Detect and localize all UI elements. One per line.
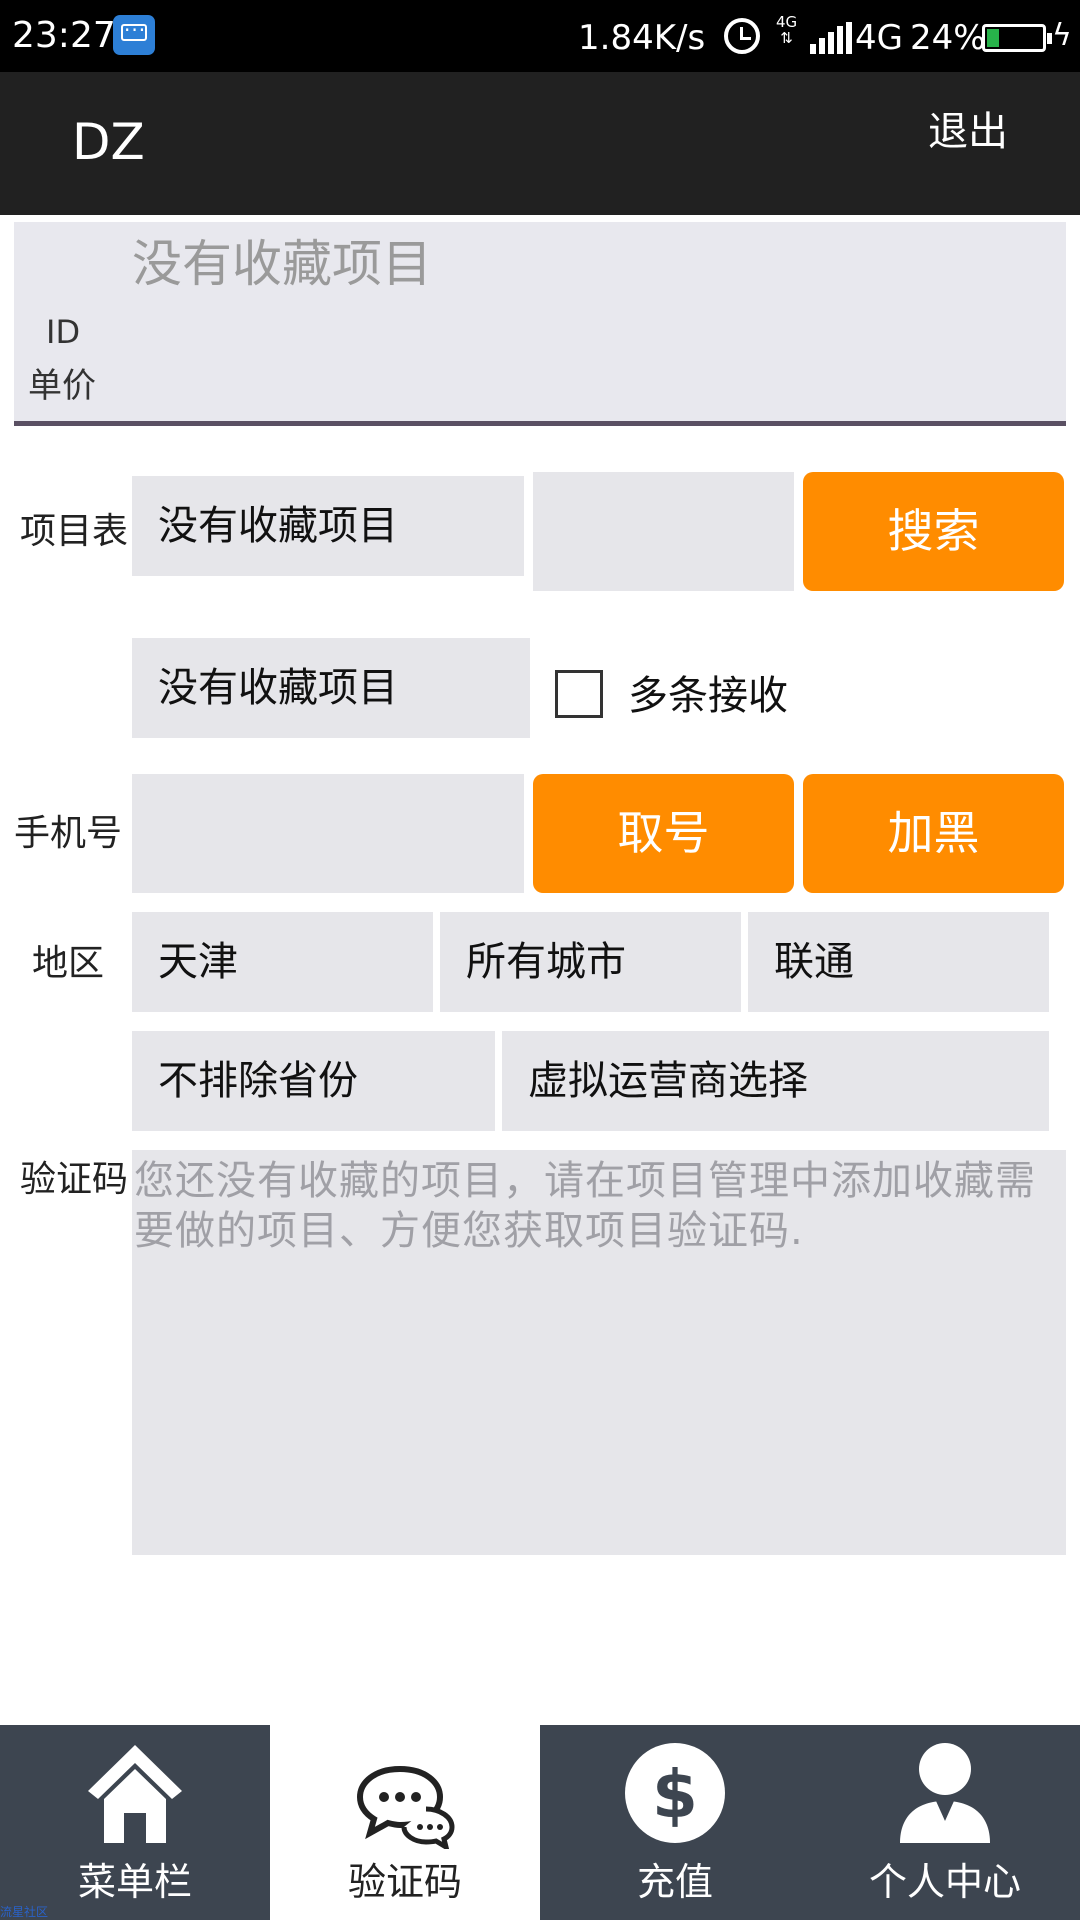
verification-code-textarea[interactable]: 您还没有收藏的项目，请在项目管理中添加收藏需要做的项目、方便您获取项目验证码. (132, 1150, 1066, 1555)
status-time: 23:27 (12, 15, 116, 56)
nav-item-recharge[interactable]: $ 充值 (540, 1725, 810, 1920)
home-icon (88, 1745, 182, 1843)
city-spinner[interactable]: 所有城市 (440, 912, 741, 1012)
chat-icon (356, 1765, 455, 1849)
get-number-button[interactable]: 取号 (533, 774, 794, 893)
logout-button[interactable]: 退出 (928, 102, 1008, 162)
watermark: 流星社区 (0, 1905, 49, 1919)
nav-label: 个人中心 (868, 1860, 1021, 1904)
multi-receive-label[interactable]: 多条接收 (628, 668, 788, 724)
network-type: 4G (855, 18, 903, 58)
favorite-project-spinner[interactable]: 没有收藏项目 ID 单价 (14, 222, 1066, 426)
blacklist-button[interactable]: 加黑 (803, 774, 1064, 893)
nav-label: 验证码 (347, 1860, 462, 1904)
app-bar: DZ 退出 (0, 72, 1080, 215)
dollar-icon: $ (625, 1743, 725, 1843)
app-title: DZ (72, 113, 145, 171)
battery-percent: 24% (910, 18, 986, 58)
province-spinner[interactable]: 天津 (132, 912, 433, 1012)
project-spinner[interactable]: 没有收藏项目 (132, 476, 524, 576)
nav-label: 菜单栏 (77, 1860, 192, 1904)
message-notification-icon (113, 15, 155, 55)
network-speed: 1.84K/s (578, 18, 706, 58)
phone-label: 手机号 (14, 813, 123, 854)
price-label: 单价 (28, 366, 96, 406)
battery-icon (982, 24, 1052, 52)
signal-icon (810, 22, 854, 54)
exclude-province-spinner[interactable]: 不排除省份 (132, 1031, 495, 1131)
multi-receive-checkbox[interactable] (555, 670, 603, 718)
user-icon (900, 1743, 990, 1843)
favorite-placeholder: 没有收藏项目 (132, 235, 432, 293)
charging-icon: ϟ (1052, 18, 1072, 53)
verification-code-label: 验证码 (20, 1159, 129, 1200)
nav-label: 充值 (636, 1860, 713, 1904)
alarm-icon (724, 18, 760, 54)
nav-item-menu[interactable]: 菜单栏 (0, 1725, 270, 1920)
network-type-small: 4G ⇅ (776, 13, 798, 47)
nav-item-profile[interactable]: 个人中心 (810, 1725, 1080, 1920)
virtual-operator-spinner[interactable]: 虚拟运营商选择 (502, 1031, 1049, 1131)
carrier-spinner[interactable]: 联通 (748, 912, 1049, 1012)
region-label: 地区 (32, 943, 105, 984)
id-label: ID (46, 313, 81, 351)
svg-text:$: $ (652, 1756, 698, 1833)
project-spinner-secondary[interactable]: 没有收藏项目 (132, 638, 530, 738)
status-bar: 23:27 1.84K/s 4G⇅ 4G 24% ϟ (0, 0, 1080, 72)
project-label: 项目表 (20, 511, 129, 552)
phone-input[interactable] (132, 774, 524, 893)
nav-item-verification-code[interactable]: 验证码 (270, 1725, 540, 1920)
bottom-nav: 菜单栏 验证码 $ 充值 个人中心 (0, 1725, 1080, 1920)
project-search-input[interactable] (533, 472, 794, 591)
search-button[interactable]: 搜索 (803, 472, 1064, 591)
